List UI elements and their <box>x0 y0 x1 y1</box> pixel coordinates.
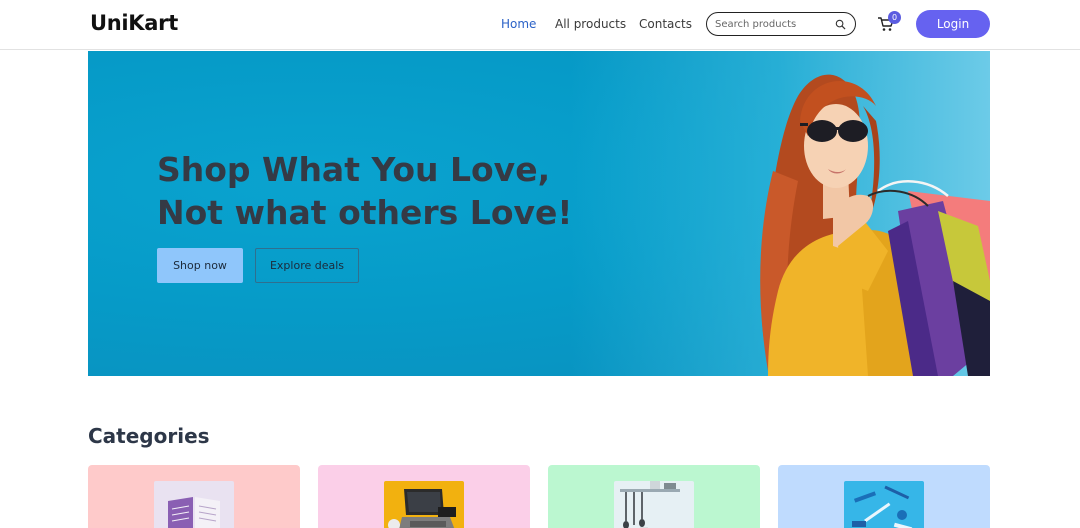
search-box <box>706 12 856 36</box>
category-card-kitchen[interactable] <box>548 465 760 528</box>
categories-heading: Categories <box>88 424 210 448</box>
laptop-image <box>384 481 464 528</box>
nav-link-home[interactable]: Home <box>501 17 536 31</box>
search-input[interactable] <box>715 16 833 32</box>
shop-now-button[interactable]: Shop now <box>157 248 243 283</box>
brand-logo[interactable]: UniKart <box>90 11 178 35</box>
category-card-books[interactable] <box>88 465 300 528</box>
category-card-electronics[interactable] <box>318 465 530 528</box>
kitchen-tools-image <box>614 481 694 528</box>
category-card-stationery[interactable] <box>778 465 990 528</box>
top-navbar: UniKart Home All products Contacts 0 Log… <box>0 0 1080 50</box>
login-button[interactable]: Login <box>916 10 990 38</box>
woman-with-shopping-bags-image <box>760 74 990 376</box>
hero-title-line-1: Shop What You Love, <box>157 150 551 189</box>
stationery-image <box>844 481 924 528</box>
cart-count-badge: 0 <box>888 11 901 24</box>
explore-deals-button[interactable]: Explore deals <box>255 248 359 283</box>
hero-banner: Shop What You Love, Not what others Love… <box>88 51 990 376</box>
hero-title-line-2: Not what others Love! <box>157 193 573 232</box>
nav-link-contacts[interactable]: Contacts <box>639 17 692 31</box>
book-image <box>154 481 234 528</box>
search-icon[interactable] <box>835 19 846 30</box>
hero-title: Shop What You Love, Not what others Love… <box>157 148 572 234</box>
nav-link-all-products[interactable]: All products <box>555 17 626 31</box>
